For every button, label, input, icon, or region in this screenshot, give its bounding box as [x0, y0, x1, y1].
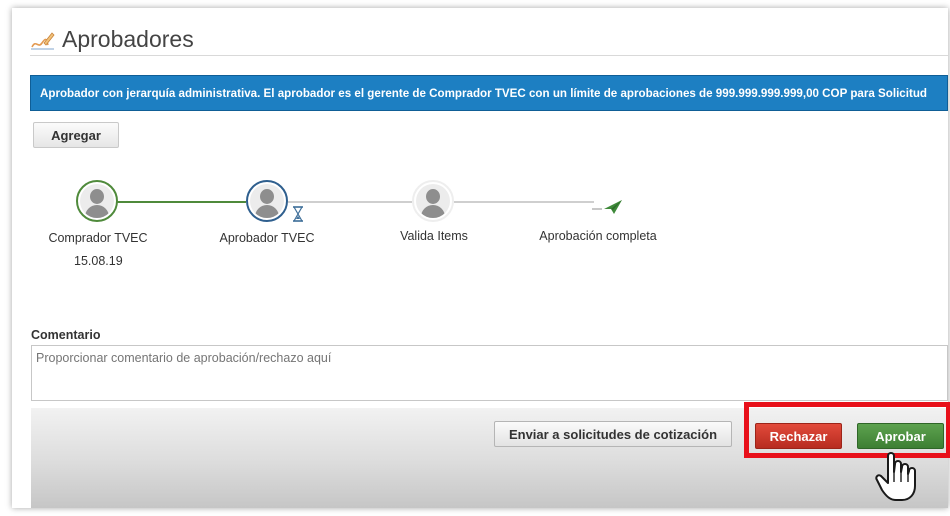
- user-avatar-icon: [416, 184, 450, 218]
- hourglass-icon: [292, 206, 304, 222]
- paper-plane-icon: [592, 200, 622, 214]
- step-icon-comprador: [76, 180, 118, 222]
- signature-icon: [31, 31, 55, 50]
- connector-future: [454, 201, 594, 203]
- step-icon-valida: [412, 180, 454, 222]
- panel-header: Aprobadores: [30, 26, 194, 53]
- step-date-comprador: 15.08.19: [74, 254, 123, 268]
- approvers-panel: Aprobadores Aprobador con jerarquía admi…: [12, 8, 950, 508]
- step-label-aprobador: Aprobador TVEC: [219, 231, 315, 245]
- step-label-completa: Aprobación completa: [539, 229, 657, 243]
- connector-pending: [288, 201, 412, 203]
- hand-pointer-icon: [875, 452, 916, 501]
- add-approver-button[interactable]: Agregar: [33, 122, 119, 148]
- page-title: Aprobadores: [62, 26, 194, 52]
- user-avatar-icon: [250, 184, 284, 218]
- comment-textarea[interactable]: [31, 345, 948, 401]
- highlight-box: [744, 402, 950, 458]
- user-avatar-icon: [80, 184, 114, 218]
- header-divider: [30, 55, 948, 56]
- connector-completed: [116, 201, 246, 203]
- step-label-comprador: Comprador TVEC: [48, 231, 148, 245]
- step-label-valida: Valida Items: [400, 229, 468, 243]
- comment-label: Comentario: [31, 328, 101, 342]
- approval-info-banner: Aprobador con jerarquía administrativa. …: [30, 75, 948, 111]
- banner-text: Aprobador con jerarquía administrativa. …: [40, 86, 927, 100]
- send-to-quotation-button[interactable]: Enviar a solicitudes de cotización: [494, 421, 732, 447]
- step-icon-aprobador: [246, 180, 288, 222]
